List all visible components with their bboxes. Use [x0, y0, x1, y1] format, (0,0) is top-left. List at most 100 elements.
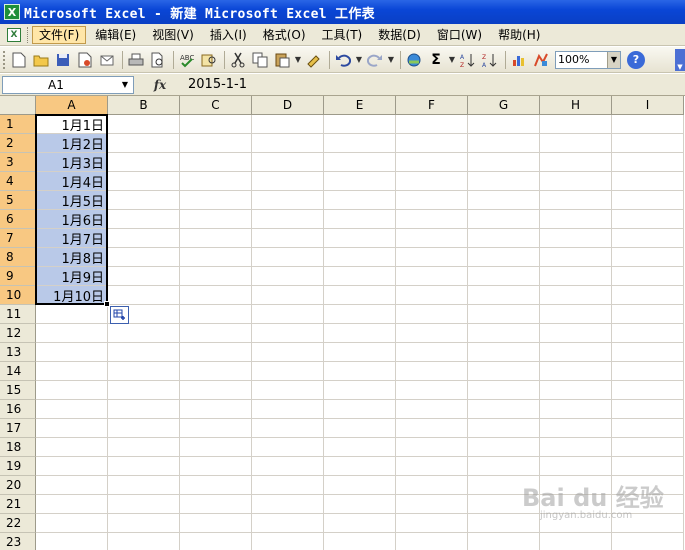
cell-h18[interactable]	[540, 438, 612, 457]
cell-i15[interactable]	[612, 381, 684, 400]
copy-icon[interactable]	[250, 50, 270, 70]
worksheet-grid[interactable]: ABCDEFGHI 1 2 3 4 5 6 7 8 9 10 11 12 13 14 15 16 17 18 19 2…	[0, 96, 685, 550]
cell-d21[interactable]	[252, 495, 324, 514]
cell-i18[interactable]	[612, 438, 684, 457]
cell-d22[interactable]	[252, 514, 324, 533]
cell-b20[interactable]	[108, 476, 180, 495]
cell-a5[interactable]: 1月5日	[36, 191, 108, 210]
cell-d5[interactable]	[252, 191, 324, 210]
cell-e14[interactable]	[324, 362, 396, 381]
cell-d20[interactable]	[252, 476, 324, 495]
cell-e11[interactable]	[324, 305, 396, 324]
cell-i1[interactable]	[612, 115, 684, 134]
cell-f14[interactable]	[396, 362, 468, 381]
spelling-icon[interactable]: ABC	[177, 50, 197, 70]
row-header-4[interactable]: 4	[0, 172, 36, 191]
cell-b2[interactable]	[108, 134, 180, 153]
select-all-corner[interactable]	[0, 96, 36, 115]
menu-tools[interactable]: 工具(T)	[315, 26, 370, 44]
cell-a22[interactable]	[36, 514, 108, 533]
row-header-5[interactable]: 5	[0, 191, 36, 210]
cell-h4[interactable]	[540, 172, 612, 191]
cell-f12[interactable]	[396, 324, 468, 343]
cell-h20[interactable]	[540, 476, 612, 495]
cell-i13[interactable]	[612, 343, 684, 362]
row-header-20[interactable]: 20	[0, 476, 36, 495]
cell-f13[interactable]	[396, 343, 468, 362]
cell-c1[interactable]	[180, 115, 252, 134]
cell-d16[interactable]	[252, 400, 324, 419]
cell-i23[interactable]	[612, 533, 684, 550]
row-header-23[interactable]: 23	[0, 533, 36, 550]
cell-c12[interactable]	[180, 324, 252, 343]
cell-f8[interactable]	[396, 248, 468, 267]
insert-function-icon[interactable]: fx	[134, 78, 186, 92]
cell-f7[interactable]	[396, 229, 468, 248]
cell-d4[interactable]	[252, 172, 324, 191]
sort-ascending-icon[interactable]: AZ	[458, 50, 478, 70]
row-header-9[interactable]: 9	[0, 267, 36, 286]
cell-c11[interactable]	[180, 305, 252, 324]
cell-h13[interactable]	[540, 343, 612, 362]
row-header-1[interactable]: 1	[0, 115, 36, 134]
menu-insert[interactable]: 插入(I)	[203, 26, 254, 44]
cell-g11[interactable]	[468, 305, 540, 324]
cell-e3[interactable]	[324, 153, 396, 172]
cell-b18[interactable]	[108, 438, 180, 457]
cell-e21[interactable]	[324, 495, 396, 514]
research-icon[interactable]	[199, 50, 219, 70]
row-header-14[interactable]: 14	[0, 362, 36, 381]
cell-i19[interactable]	[612, 457, 684, 476]
cell-a9[interactable]: 1月9日	[36, 267, 108, 286]
row-header-19[interactable]: 19	[0, 457, 36, 476]
cell-c22[interactable]	[180, 514, 252, 533]
sort-descending-icon[interactable]: ZA	[480, 50, 500, 70]
cell-f23[interactable]	[396, 533, 468, 550]
cell-a19[interactable]	[36, 457, 108, 476]
cell-i8[interactable]	[612, 248, 684, 267]
cell-c8[interactable]	[180, 248, 252, 267]
cell-f11[interactable]	[396, 305, 468, 324]
cell-h8[interactable]	[540, 248, 612, 267]
column-header-i[interactable]: I	[612, 96, 684, 115]
hyperlink-icon[interactable]	[404, 50, 424, 70]
cell-g6[interactable]	[468, 210, 540, 229]
cell-h17[interactable]	[540, 419, 612, 438]
cell-g5[interactable]	[468, 191, 540, 210]
cell-i14[interactable]	[612, 362, 684, 381]
cell-c19[interactable]	[180, 457, 252, 476]
cell-a3[interactable]: 1月3日	[36, 153, 108, 172]
menu-format[interactable]: 格式(O)	[256, 26, 313, 44]
row-header-13[interactable]: 13	[0, 343, 36, 362]
cell-g4[interactable]	[468, 172, 540, 191]
cell-d15[interactable]	[252, 381, 324, 400]
cell-b15[interactable]	[108, 381, 180, 400]
cell-h12[interactable]	[540, 324, 612, 343]
cell-h14[interactable]	[540, 362, 612, 381]
cell-c14[interactable]	[180, 362, 252, 381]
cell-h15[interactable]	[540, 381, 612, 400]
menu-window[interactable]: 窗口(W)	[430, 26, 489, 44]
cell-d23[interactable]	[252, 533, 324, 550]
autofill-options-icon[interactable]	[110, 306, 129, 324]
cell-i17[interactable]	[612, 419, 684, 438]
cell-h7[interactable]	[540, 229, 612, 248]
cell-e2[interactable]	[324, 134, 396, 153]
drawing-icon[interactable]	[531, 50, 551, 70]
cell-c20[interactable]	[180, 476, 252, 495]
cell-d9[interactable]	[252, 267, 324, 286]
cell-d10[interactable]	[252, 286, 324, 305]
cell-i9[interactable]	[612, 267, 684, 286]
cell-a2[interactable]: 1月2日	[36, 134, 108, 153]
cell-d1[interactable]	[252, 115, 324, 134]
cell-b9[interactable]	[108, 267, 180, 286]
name-box[interactable]: A1 ▼	[2, 75, 134, 94]
cell-i16[interactable]	[612, 400, 684, 419]
cell-a4[interactable]: 1月4日	[36, 172, 108, 191]
cell-b16[interactable]	[108, 400, 180, 419]
cell-g22[interactable]	[468, 514, 540, 533]
cell-h11[interactable]	[540, 305, 612, 324]
row-header-21[interactable]: 21	[0, 495, 36, 514]
cell-h1[interactable]	[540, 115, 612, 134]
cell-g2[interactable]	[468, 134, 540, 153]
